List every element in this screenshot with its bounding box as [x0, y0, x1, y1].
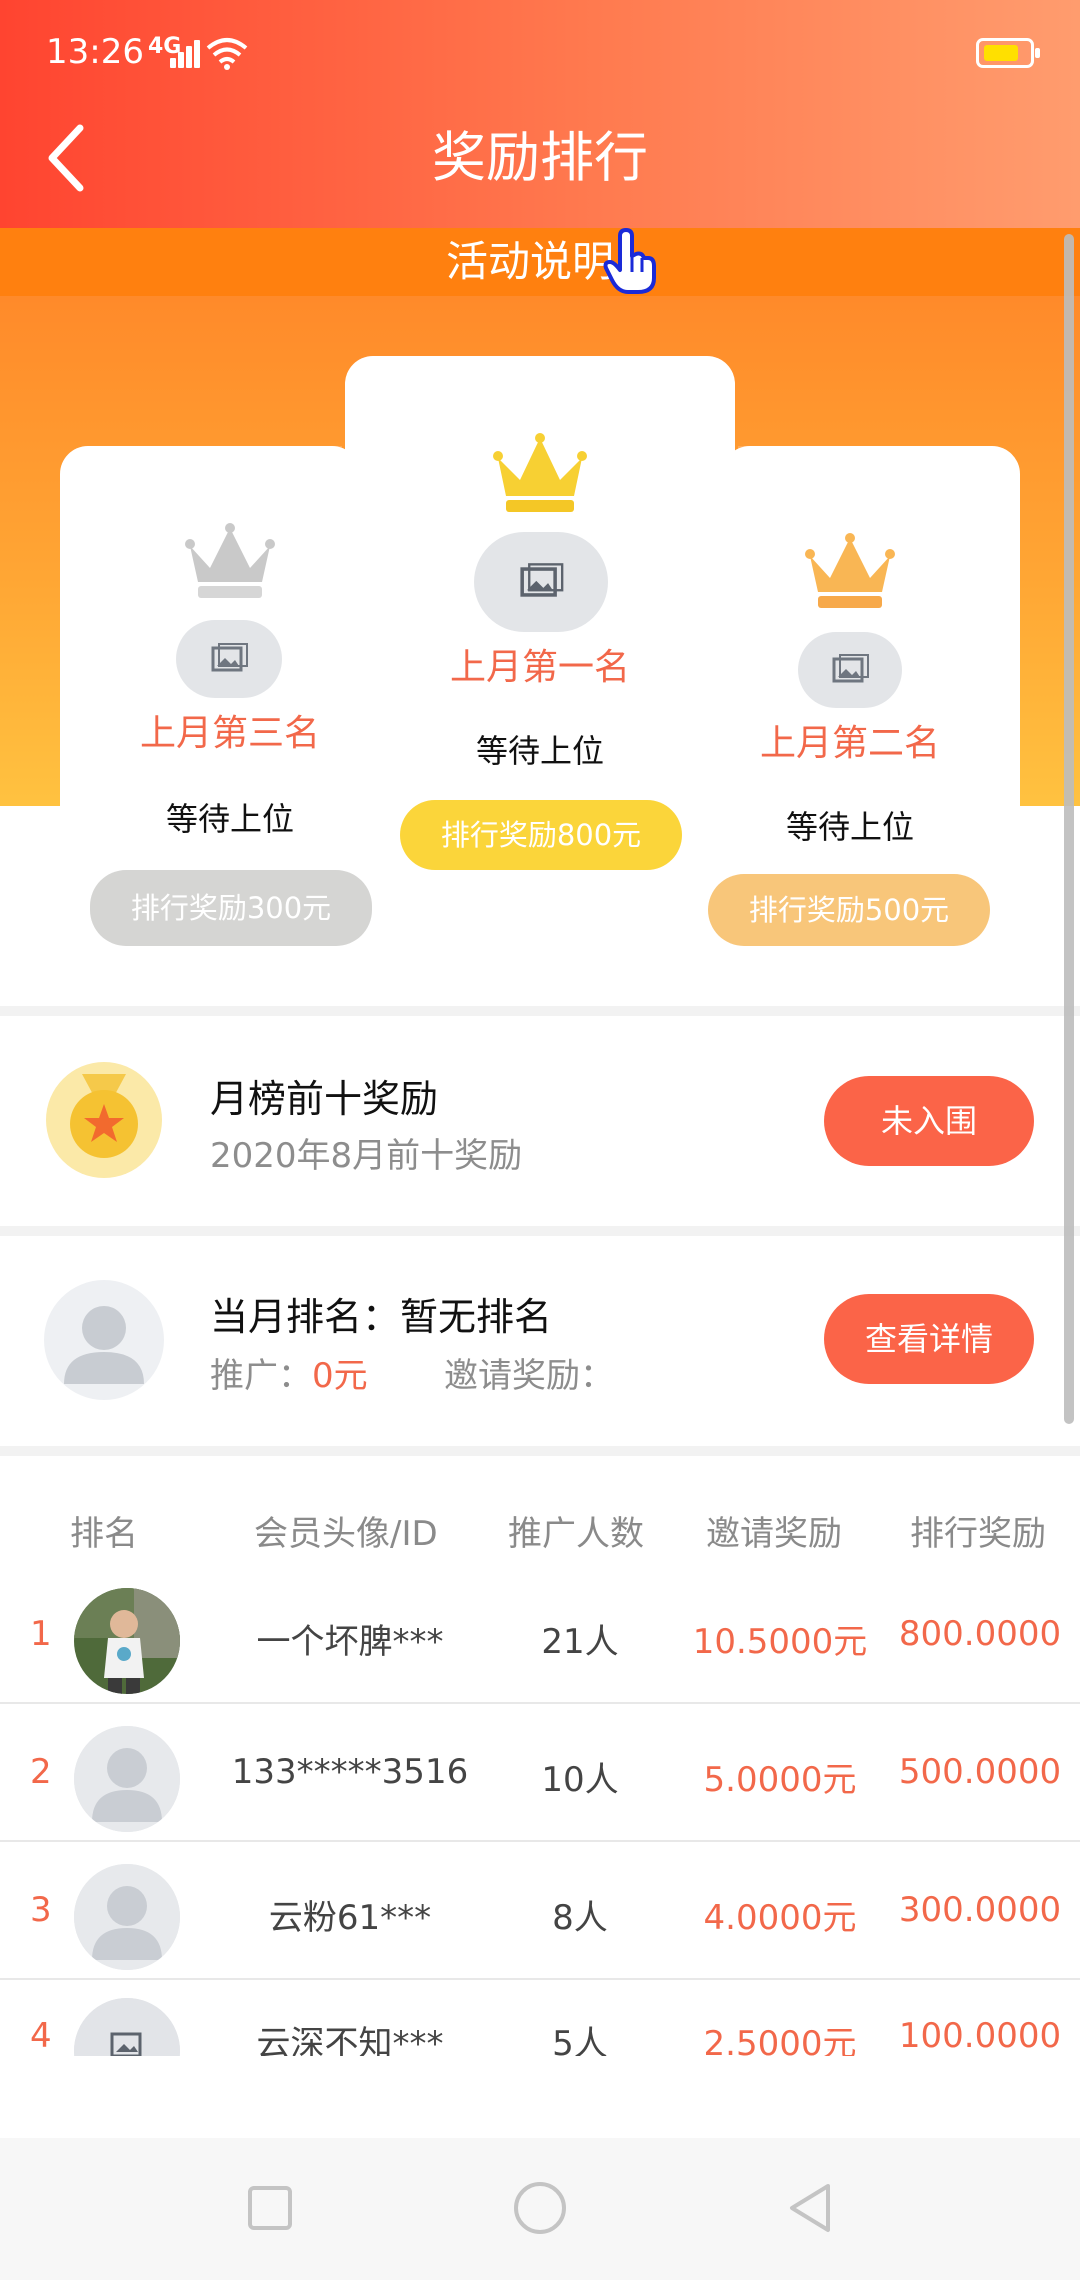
section-divider — [0, 1226, 1080, 1236]
second-place-label: 上月第二名 — [759, 723, 940, 764]
section-divider — [0, 1446, 1080, 1456]
third-place-avatar — [176, 620, 282, 698]
promo-count: 8人 — [552, 1898, 608, 1938]
second-place-status: 等待上位 — [785, 808, 914, 846]
system-nav-bar — [0, 2138, 1080, 2280]
table-row[interactable]: 3 云粉61*** 8人 4.0000元 300.0000 — [0, 1842, 1080, 1980]
not-qualified-button[interactable]: 未入围 — [824, 1076, 1034, 1166]
invite-label: 邀请奖励： — [444, 1356, 614, 1396]
my-avatar — [44, 1280, 164, 1400]
row-rank: 1 — [30, 1614, 52, 1654]
member-id: 一个坏脾*** — [256, 1622, 444, 1662]
circle-icon[interactable] — [510, 2178, 570, 2238]
default-avatar-icon — [74, 1864, 180, 1970]
col-invite-reward: 邀请奖励 — [706, 1514, 842, 1554]
rank-reward: 500.0000 — [898, 1752, 1062, 1792]
row-rank: 2 — [30, 1752, 52, 1792]
my-rank-title: 当月排名：暂无排名 — [210, 1295, 553, 1339]
triangle-back-icon[interactable] — [780, 2178, 840, 2238]
signal-icon — [170, 38, 202, 68]
page-title: 奖励排行 — [432, 126, 648, 189]
battery-icon — [976, 38, 1040, 68]
rank-reward: 100.0000 — [898, 2016, 1062, 2056]
first-place-status: 等待上位 — [475, 732, 604, 770]
col-rank-reward: 排行奖励 — [910, 1514, 1046, 1554]
top-ten-subtitle: 2020年8月前十奖励 — [210, 1136, 523, 1176]
first-place-prize: 排行奖励800元 — [400, 800, 682, 870]
member-id: 云粉61*** — [268, 1898, 432, 1938]
activity-notice-bar[interactable]: 活动说明 — [0, 228, 1080, 296]
rank-reward: 800.0000 — [898, 1614, 1062, 1654]
list-clip-area — [0, 2056, 1080, 2138]
third-place-label: 上月第三名 — [139, 713, 320, 754]
orange-crown-icon — [805, 533, 895, 608]
promo-count: 21人 — [541, 1622, 619, 1662]
status-time: 13:26 — [46, 32, 144, 72]
promo-count: 10人 — [541, 1760, 619, 1800]
table-row[interactable]: 2 133*****3516 10人 5.0000元 500.0000 — [0, 1704, 1080, 1842]
top-ten-title: 月榜前十奖励 — [210, 1077, 439, 1121]
invite-reward: 5.0000元 — [703, 1760, 857, 1800]
second-place-avatar — [798, 632, 902, 708]
hand-pointer-icon — [603, 228, 656, 294]
rank-reward: 300.0000 — [898, 1890, 1062, 1930]
invite-reward: 4.0000元 — [703, 1898, 857, 1938]
member-id: 133*****3516 — [231, 1752, 469, 1792]
wifi-icon — [206, 38, 248, 70]
view-details-button[interactable]: 查看详情 — [824, 1294, 1034, 1384]
silver-crown-icon — [185, 523, 275, 598]
status-bar: 13:26 4G — [0, 0, 1080, 110]
scrollbar[interactable] — [1064, 234, 1074, 1424]
medal-icon — [46, 1062, 162, 1178]
col-rank: 排名 — [70, 1514, 138, 1554]
activity-notice-label: 活动说明 — [445, 237, 614, 286]
first-place-avatar — [474, 532, 608, 632]
first-place-label: 上月第一名 — [449, 647, 630, 688]
invite-reward: 10.5000元 — [692, 1622, 868, 1662]
col-promo-count: 推广人数 — [508, 1514, 644, 1554]
promo-value: 0元 — [312, 1356, 368, 1396]
col-member: 会员头像/ID — [254, 1514, 438, 1554]
section-divider — [0, 1006, 1080, 1016]
third-place-status: 等待上位 — [165, 800, 294, 838]
member-avatar-photo — [74, 1588, 180, 1694]
promo-label: 推广： — [210, 1356, 312, 1396]
second-place-prize: 排行奖励500元 — [708, 874, 990, 946]
row-rank: 3 — [30, 1890, 52, 1930]
ranking-table-header: 排名 会员头像/ID 推广人数 邀请奖励 排行奖励 — [0, 1488, 1080, 1560]
square-icon[interactable] — [240, 2178, 300, 2238]
default-avatar-icon — [74, 1726, 180, 1832]
my-promo: 推广：0元 — [210, 1348, 368, 1397]
gold-crown-icon — [493, 433, 587, 512]
third-place-prize: 排行奖励300元 — [90, 870, 372, 946]
table-row[interactable]: 1 一个坏脾*** 21人 10.5000元 800.0000 — [0, 1566, 1080, 1704]
row-rank: 4 — [30, 2016, 52, 2056]
